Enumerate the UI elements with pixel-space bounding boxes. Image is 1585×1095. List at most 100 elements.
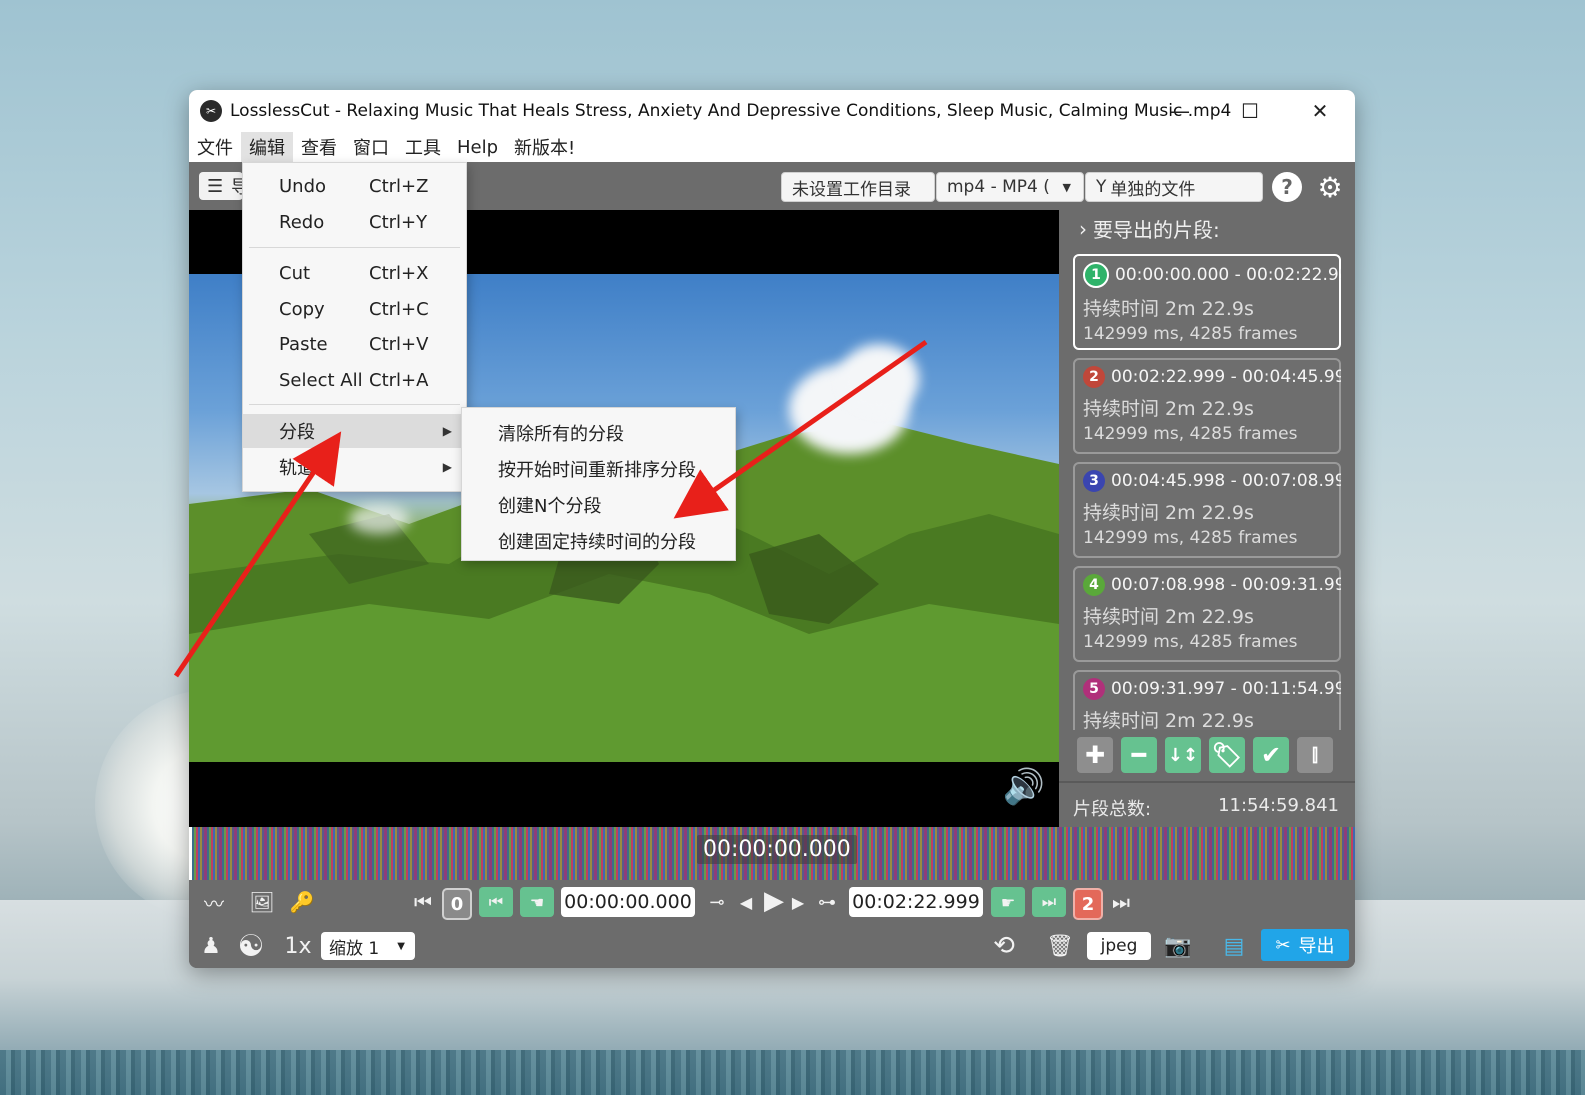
segments-header-label: 要导出的片段:: [1093, 218, 1220, 242]
person-icon[interactable]: ♟: [197, 931, 225, 961]
chevron-right-icon: ›: [1079, 216, 1087, 241]
segment-end-number[interactable]: 2: [1073, 888, 1103, 920]
output-mode-button[interactable]: Y 单独的文件: [1085, 172, 1263, 202]
keyframe-back-icon[interactable]: ⊸: [703, 887, 731, 917]
menu-tracks[interactable]: 轨道 ▶: [243, 450, 466, 484]
minus-icon: ━: [1131, 741, 1147, 769]
segment-range: 00:09:31.997 - 00:11:54.997: [1111, 679, 1341, 699]
frame-forward-icon[interactable]: ▶: [789, 887, 807, 917]
menu-copy[interactable]: Copy Ctrl+C: [243, 292, 466, 326]
maximize-button[interactable]: ☐: [1215, 90, 1285, 132]
menu-file[interactable]: 文件: [189, 132, 241, 162]
segment-card[interactable]: 5 00:09:31.997 - 00:11:54.997 持续时间 2m 22.9…: [1073, 670, 1341, 730]
set-cut-start-button[interactable]: ☚: [520, 887, 554, 917]
tag-segment-button[interactable]: 🏷: [1209, 737, 1245, 773]
menu-edit[interactable]: 编辑: [241, 132, 293, 162]
segment-range-row: 1 00:00:00.000 - 00:02:22.999: [1083, 262, 1341, 288]
plus-icon: ✚: [1084, 741, 1106, 769]
jump-end-icon[interactable]: ⏭: [1109, 887, 1133, 917]
create-n-segments-item[interactable]: 创建N个分段: [498, 492, 601, 518]
menu-undo[interactable]: Undo Ctrl+Z: [243, 169, 466, 203]
cut-end-time-input[interactable]: 00:02:22.999: [849, 887, 983, 917]
menu-paste[interactable]: Paste Ctrl+V: [243, 327, 466, 361]
play-icon[interactable]: ▶: [759, 885, 789, 917]
gear-icon[interactable]: ⚙: [1315, 171, 1345, 204]
segment-range-row: 4 00:07:08.998 - 00:09:31.997: [1083, 574, 1341, 596]
export-button[interactable]: ✂ 导出: [1261, 929, 1349, 961]
remove-segment-button[interactable]: ━: [1121, 737, 1157, 773]
segment-duration: 持续时间 2m 22.9s: [1083, 710, 1254, 730]
workdir-button[interactable]: 未设置工作目录: [781, 172, 935, 202]
segment-card[interactable]: 3 00:04:45.998 - 00:07:08.998 持续时间 2m 22.9…: [1073, 462, 1341, 558]
segment-card[interactable]: 1 00:00:00.000 - 00:02:22.999 持续时间 2m 22.9…: [1073, 254, 1341, 350]
yin-yang-icon[interactable]: ☯: [233, 929, 269, 964]
segments-list-toggle-button[interactable]: ☰ 导: [199, 172, 249, 200]
menu-segments[interactable]: 分段 ▶: [243, 414, 466, 448]
timeline-current-time: 00:00:00.000: [697, 835, 857, 864]
clear-all-segments-item[interactable]: 清除所有的分段: [498, 420, 624, 446]
jump-start-icon[interactable]: ⏮: [411, 887, 435, 917]
segments-total: 片段总数: 11:54:59.841: [1059, 781, 1355, 827]
segment-detail: 142999 ms, 4285 frames: [1083, 528, 1298, 548]
jump-cut-end-button[interactable]: ⏭: [1032, 887, 1066, 917]
thumbnails-icon[interactable]: 🖼: [245, 887, 279, 917]
tag-icon: 🏷: [1211, 741, 1243, 769]
segment-number-badge: 4: [1083, 574, 1105, 596]
waveform-icon[interactable]: 〰: [197, 887, 231, 917]
keyframe-forward-icon[interactable]: ⊶: [813, 887, 841, 917]
bottom-controls: ♟ ☯ 1x 缩放 1 ▼ ⟲ 🗑 jpeg 📷 ▤ ✂ 导出: [189, 924, 1355, 968]
set-cut-end-button[interactable]: ☛: [991, 887, 1025, 917]
format-select-label: mp4 - MP4 (: [947, 177, 1050, 197]
calendar-icon[interactable]: ▤: [1219, 931, 1249, 961]
menu-separator: [249, 247, 460, 248]
sort-segments-button[interactable]: ↓↕: [1165, 737, 1201, 773]
menu-select-all[interactable]: Select All Ctrl+A: [243, 363, 466, 397]
segment-range: 00:02:22.999 - 00:04:45.998: [1111, 367, 1341, 387]
segments-panel: › 要导出的片段: 1 00:00:00.000 - 00:02:22.999 持续…: [1059, 210, 1355, 827]
app-logo-icon: ✂: [200, 100, 222, 122]
menu-item-shortcut: Ctrl+A: [369, 369, 429, 391]
desktop-water: [0, 1050, 1585, 1095]
close-button[interactable]: ✕: [1285, 90, 1355, 132]
snapshot-format-select[interactable]: jpeg: [1087, 932, 1151, 960]
hand-left-icon: ☚: [529, 892, 545, 912]
add-segment-button[interactable]: ✚: [1077, 737, 1113, 773]
segment-start-number[interactable]: 0: [442, 888, 472, 920]
menu-view[interactable]: 查看: [293, 132, 345, 162]
playback-speed[interactable]: 1x: [283, 931, 313, 961]
menu-item-shortcut: Ctrl+V: [369, 333, 429, 355]
trash-icon[interactable]: 🗑: [1046, 931, 1074, 961]
menu-new-version[interactable]: 新版本!: [506, 132, 583, 162]
jump-cut-start-button[interactable]: ⏮: [479, 887, 513, 917]
timeline[interactable]: 00:00:00.000: [189, 827, 1355, 880]
frame-back-icon[interactable]: ◀: [737, 887, 755, 917]
segment-card[interactable]: 2 00:02:22.999 - 00:04:45.998 持续时间 2m 22.9…: [1073, 358, 1341, 454]
format-select[interactable]: mp4 - MP4 ( ▼: [936, 172, 1084, 202]
segment-number-badge: 2: [1083, 366, 1105, 388]
segment-actions: ✚ ━ ↓↕ 🏷 ✔ ⫿: [1077, 737, 1333, 773]
zoom-select[interactable]: 缩放 1 ▼: [321, 932, 415, 960]
segment-range-row: 3 00:04:45.998 - 00:07:08.998: [1083, 470, 1341, 492]
reorder-segments-item[interactable]: 按开始时间重新排序分段: [498, 456, 696, 482]
cut-start-time-input[interactable]: 00:00:00.000: [561, 887, 695, 917]
volume-icon[interactable]: 🔊: [1003, 767, 1045, 807]
playhead[interactable]: [189, 827, 192, 880]
create-fixed-duration-segments-item[interactable]: 创建固定持续时间的分段: [498, 528, 696, 554]
camera-icon[interactable]: 📷: [1163, 931, 1193, 961]
key-icon[interactable]: 🔑: [287, 887, 317, 917]
list-icon: ☰: [207, 175, 224, 197]
menu-redo[interactable]: Redo Ctrl+Y: [243, 205, 466, 239]
rotate-icon[interactable]: ⟲: [987, 929, 1021, 963]
menu-help[interactable]: Help: [449, 132, 506, 162]
menu-item-label: Copy: [279, 298, 325, 320]
minimize-button[interactable]: —: [1145, 90, 1215, 132]
split-segment-button[interactable]: ⫿: [1297, 737, 1333, 773]
segments-header[interactable]: › 要导出的片段:: [1079, 214, 1220, 243]
select-segments-button[interactable]: ✔: [1253, 737, 1289, 773]
menu-cut[interactable]: Cut Ctrl+X: [243, 256, 466, 290]
menu-tools[interactable]: 工具: [397, 132, 449, 162]
output-mode-label: 单独的文件: [1110, 179, 1196, 200]
help-icon[interactable]: ?: [1272, 172, 1302, 202]
menu-window[interactable]: 窗口: [345, 132, 397, 162]
segment-card[interactable]: 4 00:07:08.998 - 00:09:31.997 持续时间 2m 22.9…: [1073, 566, 1341, 662]
